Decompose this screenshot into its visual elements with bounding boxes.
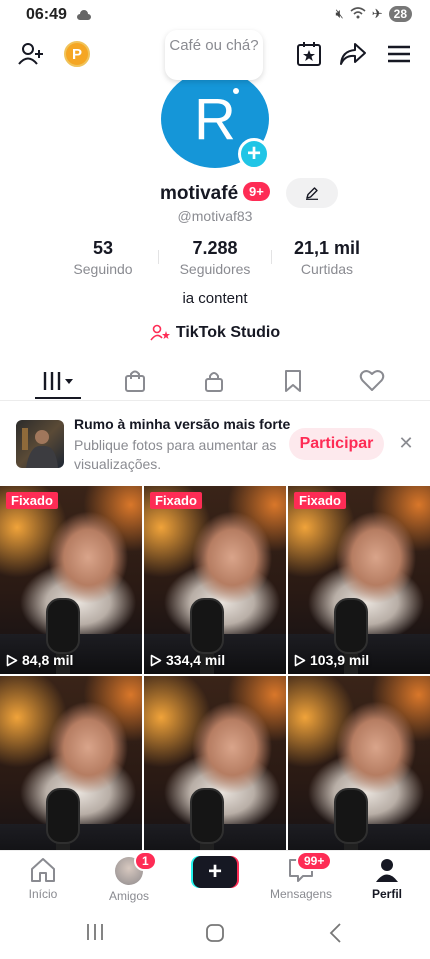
share-icon[interactable] (338, 39, 368, 69)
studio-label: TikTok Studio (175, 324, 281, 341)
stat-label: Curtidas (300, 261, 354, 277)
stat-followers[interactable]: 7.288 Seguidores (160, 238, 270, 277)
pencil-icon (306, 187, 318, 200)
microphone-image (190, 598, 224, 654)
tab-videos[interactable] (30, 364, 86, 398)
tab-private[interactable] (186, 364, 242, 398)
views-count: 334,4 mil (150, 652, 225, 668)
video-tile[interactable]: Fixado 334,4 mil (144, 486, 286, 674)
lock-icon (205, 372, 223, 392)
promo-title: Rumo à minha versão mais forte (74, 416, 291, 432)
pinned-badge: Fixado (294, 492, 346, 509)
stat-value: 7.288 (192, 238, 238, 258)
stat-likes[interactable]: 21,1 mil Curtidas (272, 238, 382, 277)
video-tile[interactable]: Fixado 84,8 mil (0, 486, 142, 674)
bookmark-icon (285, 370, 301, 392)
pinned-badge: Fixado (150, 492, 202, 509)
pinned-badge: Fixado (6, 492, 58, 509)
stat-following[interactable]: 53 Seguindo (48, 238, 158, 277)
plus-icon: + (193, 856, 237, 888)
battery-indicator: 28 (388, 6, 412, 22)
avatar-dot (233, 88, 239, 94)
stat-value: 53 (92, 238, 114, 258)
views-count: 84,8 mil (6, 652, 73, 668)
nav-home[interactable]: Início (0, 851, 86, 905)
home-icon (31, 858, 55, 882)
recents-icon[interactable] (86, 923, 104, 946)
system-nav (0, 905, 430, 959)
nav-messages[interactable]: Mensagens 99+ (258, 851, 344, 905)
stat-label: Seguidores (179, 261, 251, 277)
stat-value: 21,1 mil (293, 238, 361, 258)
username: @motivaf83 (177, 208, 253, 224)
nav-friends[interactable]: Amigos 1 (86, 851, 172, 905)
messages-badge: 99+ (296, 851, 333, 871)
edit-profile-button[interactable] (286, 178, 338, 208)
play-icon (150, 654, 162, 666)
mute-icon: 🔇︎ (335, 6, 344, 21)
nav-messages-label: Mensagens (269, 887, 333, 901)
join-button[interactable]: Participar (289, 428, 384, 460)
microphone-image (190, 788, 224, 844)
video-tile[interactable] (0, 676, 142, 864)
close-icon[interactable]: ✕ (396, 432, 416, 454)
tab-shop[interactable] (107, 364, 163, 398)
friends-badge: 1 (134, 851, 157, 871)
wifi-icon (350, 6, 366, 22)
microphone-image (46, 598, 80, 654)
calendar-star-icon[interactable] (294, 39, 324, 69)
add-friend-icon[interactable] (16, 39, 46, 69)
video-tile[interactable]: Fixado 103,9 mil (288, 486, 430, 674)
views-label: 84,8 mil (22, 652, 74, 668)
airplane-icon: ✈ (371, 6, 383, 21)
microphone-image (46, 788, 80, 844)
back-icon[interactable] (328, 923, 342, 948)
avatar-letter: R (194, 86, 236, 152)
menu-icon[interactable] (384, 39, 414, 69)
profile-icon (376, 859, 398, 882)
nav-home-label: Início (28, 887, 58, 901)
status-icons: 🔇︎ ✈ 28 (336, 6, 412, 22)
views-count: 103,9 mil (294, 652, 369, 668)
tiktok-studio-link[interactable]: TikTok Studio (0, 324, 430, 342)
name-badge[interactable]: 9+ (243, 182, 270, 201)
tab-liked[interactable] (344, 364, 400, 398)
microphone-image (334, 598, 368, 654)
status-time: 06:49 (26, 6, 67, 23)
views-label: 334,4 mil (166, 652, 226, 668)
display-name: motivafé (160, 183, 239, 204)
tabs-divider (0, 400, 430, 401)
coin-icon[interactable]: P (64, 41, 90, 67)
video-tile[interactable] (288, 676, 430, 864)
nav-profile-label: Perfil (371, 887, 402, 901)
promo-subtitle: Publique fotos para aumentar as visualiz… (74, 437, 277, 472)
bio: ia content (182, 290, 248, 307)
studio-person-icon (150, 324, 170, 341)
nav-friends-label: Amigos (108, 889, 149, 903)
videos-icon (43, 372, 73, 390)
active-tab-indicator (35, 397, 81, 399)
cloud-icon (76, 8, 92, 26)
microphone-image (334, 788, 368, 844)
stat-label: Seguindo (73, 261, 133, 277)
note-bubble[interactable]: Café ou chá? (165, 30, 263, 80)
tab-saved[interactable] (265, 364, 321, 398)
play-icon (294, 654, 306, 666)
home-system-icon[interactable] (205, 923, 225, 948)
heart-icon (359, 370, 385, 391)
add-avatar-button[interactable]: + (238, 138, 270, 170)
shop-icon (125, 370, 145, 392)
views-label: 103,9 mil (310, 652, 370, 668)
video-tile[interactable] (144, 676, 286, 864)
stat-divider (158, 250, 159, 264)
play-icon (6, 654, 18, 666)
nav-profile[interactable]: Perfil (344, 851, 430, 905)
promo-thumbnail[interactable] (16, 420, 64, 468)
create-button[interactable]: + (191, 856, 239, 888)
